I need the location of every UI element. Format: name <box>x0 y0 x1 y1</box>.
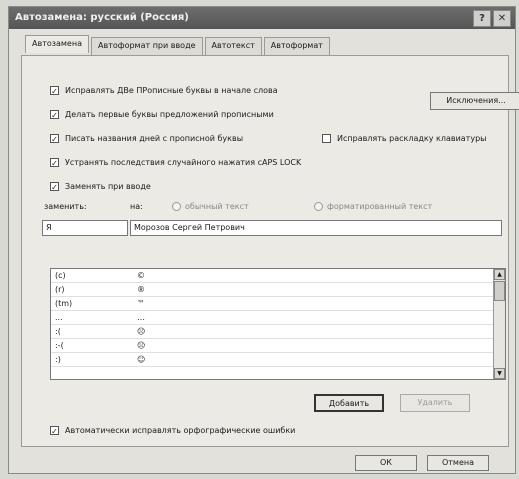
list-item[interactable]: :( ☹ <box>51 325 493 339</box>
title-bar: Автозамена: русский (Россия) ? ✕ <box>9 7 515 29</box>
replace-as-type-checkbox[interactable]: ✓ <box>50 182 59 192</box>
window-title: Автозамена: русский (Россия) <box>15 12 189 23</box>
entry-key: :( <box>55 327 61 336</box>
first-cap-checkbox[interactable]: ✓ <box>50 110 59 120</box>
entry-key: :-( <box>55 341 64 350</box>
entry-value: … <box>137 313 145 322</box>
caps-lock-checkbox[interactable]: ✓ <box>50 158 59 168</box>
day-names-checkbox[interactable]: ✓ <box>50 134 59 144</box>
list-item[interactable]: :-( ☹ <box>51 339 493 353</box>
list-item[interactable]: (tm) ™ <box>51 297 493 311</box>
option-caps-lock[interactable]: ✓ Устранять последствия случайного нажат… <box>50 158 302 168</box>
scroll-down-arrow-icon[interactable]: ▼ <box>494 368 505 379</box>
formatted-text-label: форматированный текст <box>327 202 433 211</box>
auto-spell-checkbox[interactable]: ✓ <box>50 426 59 436</box>
two-caps-checkbox[interactable]: ✓ <box>50 86 59 96</box>
entry-value: ☺ <box>137 355 146 364</box>
keyboard-layout-label: Исправлять раскладку клавиатуры <box>337 134 487 143</box>
auto-spell-label: Автоматически исправлять орфографические… <box>65 426 296 435</box>
replace-input[interactable]: Я <box>42 220 128 236</box>
autocorrect-entries-list[interactable]: (c) © (r) ® (tm) ™ ... … :( ☹ :-( ☹:) ☺… <box>50 268 506 380</box>
with-input[interactable]: Морозов Сергей Петрович <box>130 220 502 236</box>
tab-autoformat-as-you-type[interactable]: Автоформат при вводе <box>91 37 203 55</box>
two-caps-label: Исправлять ДВе ПРописные буквы в начале … <box>65 86 278 95</box>
caps-lock-label: Устранять последствия случайного нажатия… <box>65 158 302 167</box>
entry-key: (c) <box>55 271 66 280</box>
option-first-cap[interactable]: ✓ Делать первые буквы предложений пропис… <box>50 110 274 120</box>
option-keyboard-layout[interactable]: Исправлять раскладку клавиатуры <box>322 134 486 143</box>
ok-button[interactable]: ОК <box>355 455 417 471</box>
entry-value: ® <box>137 285 145 294</box>
list-scrollbar[interactable]: ▲ ▼ <box>493 269 505 379</box>
tab-autoformat[interactable]: Автоформат <box>263 37 330 55</box>
plain-text-radio[interactable] <box>172 202 181 211</box>
list-item[interactable]: :) ☺ <box>51 353 493 367</box>
option-replace-as-type[interactable]: ✓ Заменять при вводе <box>50 182 151 192</box>
autocorrect-dialog: Автозамена: русский (Россия) ? ✕ Автозам… <box>8 6 519 474</box>
formatted-text-radio[interactable] <box>314 202 323 211</box>
option-two-caps[interactable]: ✓ Исправлять ДВе ПРописные буквы в начал… <box>50 86 278 96</box>
entry-value: ☹ <box>137 341 146 350</box>
with-label: на: <box>130 202 143 211</box>
exceptions-button[interactable]: Исключения... <box>430 92 519 110</box>
day-names-label: Писать названия дней с прописной буквы <box>65 134 244 143</box>
plain-text-label: обычный текст <box>185 202 249 211</box>
tab-strip: Автозамена Автоформат при вводе Автотекс… <box>25 35 332 55</box>
entry-value: ™ <box>137 299 145 308</box>
formatted-text-option[interactable]: форматированный текст <box>314 202 432 211</box>
tab-autocorrect[interactable]: Автозамена <box>25 35 89 53</box>
plain-text-option[interactable]: обычный текст <box>172 202 249 211</box>
entry-key: (r) <box>55 285 65 294</box>
keyboard-layout-checkbox[interactable] <box>322 134 331 143</box>
entry-key: ... <box>55 313 63 322</box>
help-button[interactable]: ? <box>473 10 491 27</box>
replace-label: заменить: <box>44 202 87 211</box>
list-item[interactable]: ... … <box>51 311 493 325</box>
option-day-names[interactable]: ✓ Писать названия дней с прописной буквы <box>50 134 244 144</box>
list-item[interactable]: (c) © <box>51 269 493 283</box>
first-cap-label: Делать первые буквы предложений прописны… <box>65 110 274 119</box>
entry-value: ☹ <box>137 327 146 336</box>
entry-value: © <box>137 271 145 280</box>
delete-button[interactable]: Удалить <box>400 394 470 412</box>
autocorrect-panel: ✓ Исправлять ДВе ПРописные буквы в начал… <box>21 55 519 447</box>
entry-key: :) <box>55 355 61 364</box>
close-button[interactable]: ✕ <box>493 10 511 27</box>
scroll-thumb[interactable] <box>494 281 505 301</box>
option-auto-spell[interactable]: ✓ Автоматически исправлять орфографическ… <box>50 426 296 436</box>
entry-key: (tm) <box>55 299 73 308</box>
scroll-up-arrow-icon[interactable]: ▲ <box>494 269 505 280</box>
cancel-button[interactable]: Отмена <box>427 455 489 471</box>
replace-as-type-label: Заменять при вводе <box>65 182 151 191</box>
add-button[interactable]: Добавить <box>314 394 384 412</box>
tab-autotext[interactable]: Автотекст <box>204 37 262 55</box>
list-item[interactable]: (r) ® <box>51 283 493 297</box>
